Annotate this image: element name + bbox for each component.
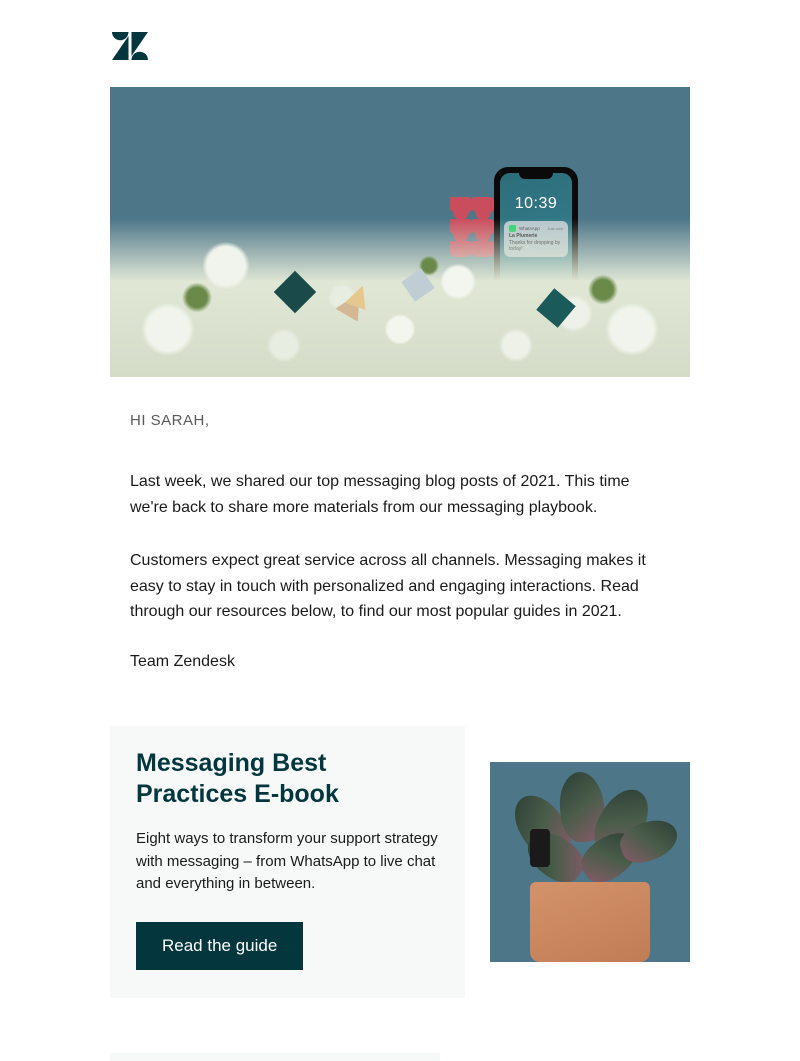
email-container: 10:39 WhatsApp Just now La Plumerie Than…: [110, 0, 690, 1061]
hero-image: 10:39 WhatsApp Just now La Plumerie Than…: [110, 87, 690, 377]
intro-paragraph-2: Customers expect great service across al…: [130, 548, 670, 625]
card-title: Messaging Best Practices E-book: [136, 748, 439, 811]
feature-card: Messaging Best Practices E-book Eight wa…: [110, 726, 465, 998]
zendesk-logo-icon: [110, 30, 150, 62]
header: [110, 0, 690, 87]
signoff: Team Zendesk: [130, 653, 670, 671]
intro-paragraph-1: Last week, we shared our top messaging b…: [130, 469, 670, 520]
next-card-preview: [110, 1053, 440, 1061]
read-guide-button[interactable]: Read the guide: [136, 922, 303, 970]
phone-in-hand-icon: [530, 829, 550, 867]
content-body: HI SARAH, Last week, we shared our top m…: [110, 377, 690, 726]
greeting: HI SARAH,: [130, 412, 670, 429]
card-description: Eight ways to transform your support str…: [136, 828, 439, 896]
feature-card-row: Messaging Best Practices E-book Eight wa…: [110, 726, 690, 998]
card-image: [490, 762, 690, 962]
phone-lock-time: 10:39: [500, 195, 572, 213]
